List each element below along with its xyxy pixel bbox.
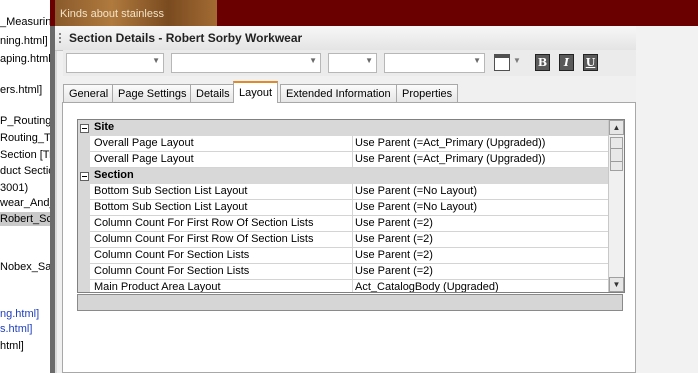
tab-page-settings[interactable]: Page Settings bbox=[112, 84, 193, 102]
font-size-combo[interactable]: ▼ bbox=[328, 53, 377, 73]
format-toolbar: ▼ ▼ ▼ ▼ ▼ B I U bbox=[63, 50, 636, 76]
property-name: Overall Page Layout bbox=[94, 137, 194, 149]
tree-item[interactable]: 3001) bbox=[0, 181, 28, 195]
table-dropdown-icon[interactable]: ▼ bbox=[513, 56, 523, 73]
italic-button[interactable]: I bbox=[559, 54, 574, 71]
property-grid: Site Overall Page Layout Use Parent (=Ac… bbox=[77, 119, 625, 293]
tab-extended-information[interactable]: Extended Information bbox=[280, 84, 397, 102]
tree-item[interactable]: duct Sectic bbox=[0, 164, 50, 178]
property-row[interactable]: Column Count For Section Lists Use Paren… bbox=[78, 248, 608, 264]
property-name: Bottom Sub Section List Layout bbox=[94, 185, 248, 197]
tree-item[interactable]: ning.html] bbox=[0, 34, 48, 48]
property-row[interactable]: Bottom Sub Section List Layout Use Paren… bbox=[78, 184, 608, 200]
row-gutter bbox=[78, 184, 90, 200]
property-name: Main Product Area Layout bbox=[94, 281, 221, 293]
bold-button[interactable]: B bbox=[535, 54, 550, 71]
paragraph-combo[interactable]: ▼ bbox=[384, 53, 485, 73]
scroll-thumb[interactable] bbox=[610, 137, 623, 171]
property-name: Column Count For First Row Of Section Li… bbox=[94, 233, 314, 245]
property-name: Column Count For First Row Of Section Li… bbox=[94, 217, 314, 229]
row-gutter bbox=[78, 248, 90, 264]
property-description-pane bbox=[77, 294, 623, 311]
property-row[interactable]: Column Count For Section Lists Use Paren… bbox=[78, 264, 608, 280]
collapse-icon[interactable] bbox=[80, 172, 89, 181]
property-value[interactable]: Use Parent (=Act_Primary (Upgraded)) bbox=[352, 136, 611, 151]
dialog-titlebar[interactable]: Section Details - Robert Sorby Workwear bbox=[55, 26, 636, 51]
chevron-down-icon: ▼ bbox=[473, 56, 481, 65]
tree-item[interactable]: ng.html] bbox=[0, 307, 39, 321]
property-name: Column Count For Section Lists bbox=[94, 265, 250, 277]
property-row[interactable]: Column Count For First Row Of Section Li… bbox=[78, 216, 608, 232]
font-style-combo[interactable]: ▼ bbox=[66, 53, 164, 73]
chevron-down-icon: ▼ bbox=[309, 56, 317, 65]
dialog-title: Section Details - Robert Sorby Workwear bbox=[69, 31, 303, 45]
property-value[interactable]: Use Parent (=No Layout) bbox=[352, 200, 611, 215]
dialog-edge bbox=[55, 26, 57, 373]
property-row[interactable]: Overall Page Layout Use Parent (=Act_Pri… bbox=[78, 152, 608, 168]
category-label: Section bbox=[94, 169, 134, 181]
collapse-icon[interactable] bbox=[80, 124, 89, 133]
chevron-down-icon: ▼ bbox=[152, 56, 160, 65]
chevron-down-icon: ▼ bbox=[365, 56, 373, 65]
row-gutter bbox=[78, 200, 90, 216]
tab-details[interactable]: Details bbox=[190, 84, 236, 102]
tree-item[interactable]: _Measurin bbox=[0, 15, 50, 29]
tab-general[interactable]: General bbox=[63, 84, 115, 102]
scroll-down-icon[interactable]: ▼ bbox=[609, 277, 624, 292]
row-gutter bbox=[78, 136, 90, 152]
drag-grip-icon[interactable] bbox=[58, 32, 62, 45]
table-icon[interactable] bbox=[494, 54, 510, 71]
category-label: Site bbox=[94, 121, 115, 133]
row-gutter bbox=[78, 280, 90, 292]
property-value[interactable]: Use Parent (=Act_Primary (Upgraded)) bbox=[352, 152, 611, 167]
underline-button[interactable]: U bbox=[583, 54, 598, 71]
row-gutter bbox=[78, 152, 90, 168]
background-window bbox=[636, 26, 698, 373]
tab-layout[interactable]: Layout bbox=[233, 81, 279, 103]
property-row[interactable]: Main Product Area Layout Act_CatalogBody… bbox=[78, 280, 611, 293]
property-name: Column Count For Section Lists bbox=[94, 249, 250, 261]
tree-item[interactable]: Nobex_Sav bbox=[0, 260, 50, 274]
vertical-scrollbar[interactable]: ▲ ▼ bbox=[608, 120, 624, 292]
file-tree-panel: _Measurin ning.html] aping.html ers.html] P_… bbox=[0, 0, 50, 373]
row-gutter bbox=[78, 264, 90, 280]
tree-item[interactable]: wear_And_ bbox=[0, 196, 50, 210]
property-name: Overall Page Layout bbox=[94, 153, 194, 165]
category-section[interactable]: Section bbox=[78, 168, 608, 184]
tree-item[interactable]: ers.html] bbox=[0, 83, 42, 97]
background-photo-caption: Kinds about stainless bbox=[60, 8, 164, 20]
tree-item[interactable]: P_Routing. bbox=[0, 114, 50, 128]
tree-item[interactable]: Robert_Sc bbox=[0, 212, 50, 226]
row-gutter bbox=[78, 216, 90, 232]
property-value[interactable]: Use Parent (=2) bbox=[352, 216, 611, 231]
property-value[interactable]: Act_CatalogBody (Upgraded) bbox=[352, 280, 611, 292]
scroll-up-icon[interactable]: ▲ bbox=[609, 120, 624, 135]
tree-item[interactable]: html] bbox=[0, 339, 24, 353]
tree-item[interactable]: Routing_T bbox=[0, 131, 50, 145]
tree-item[interactable]: Section [Tre bbox=[0, 148, 50, 162]
tree-item[interactable]: aping.html bbox=[0, 52, 50, 66]
tab-properties[interactable]: Properties bbox=[396, 84, 459, 102]
property-row[interactable]: Overall Page Layout Use Parent (=Act_Pri… bbox=[78, 136, 608, 152]
property-value[interactable]: Use Parent (=2) bbox=[352, 248, 611, 263]
category-site[interactable]: Site bbox=[78, 120, 608, 136]
section-details-dialog: Section Details - Robert Sorby Workwear … bbox=[55, 26, 636, 373]
tree-item[interactable]: s.html] bbox=[0, 322, 32, 336]
property-name: Bottom Sub Section List Layout bbox=[94, 201, 248, 213]
property-row[interactable]: Column Count For First Row Of Section Li… bbox=[78, 232, 608, 248]
row-gutter bbox=[78, 232, 90, 248]
property-row[interactable]: Bottom Sub Section List Layout Use Paren… bbox=[78, 200, 608, 216]
property-value[interactable]: Use Parent (=No Layout) bbox=[352, 184, 611, 199]
property-value[interactable]: Use Parent (=2) bbox=[352, 264, 611, 279]
font-name-combo[interactable]: ▼ bbox=[171, 53, 321, 73]
property-value[interactable]: Use Parent (=2) bbox=[352, 232, 611, 247]
